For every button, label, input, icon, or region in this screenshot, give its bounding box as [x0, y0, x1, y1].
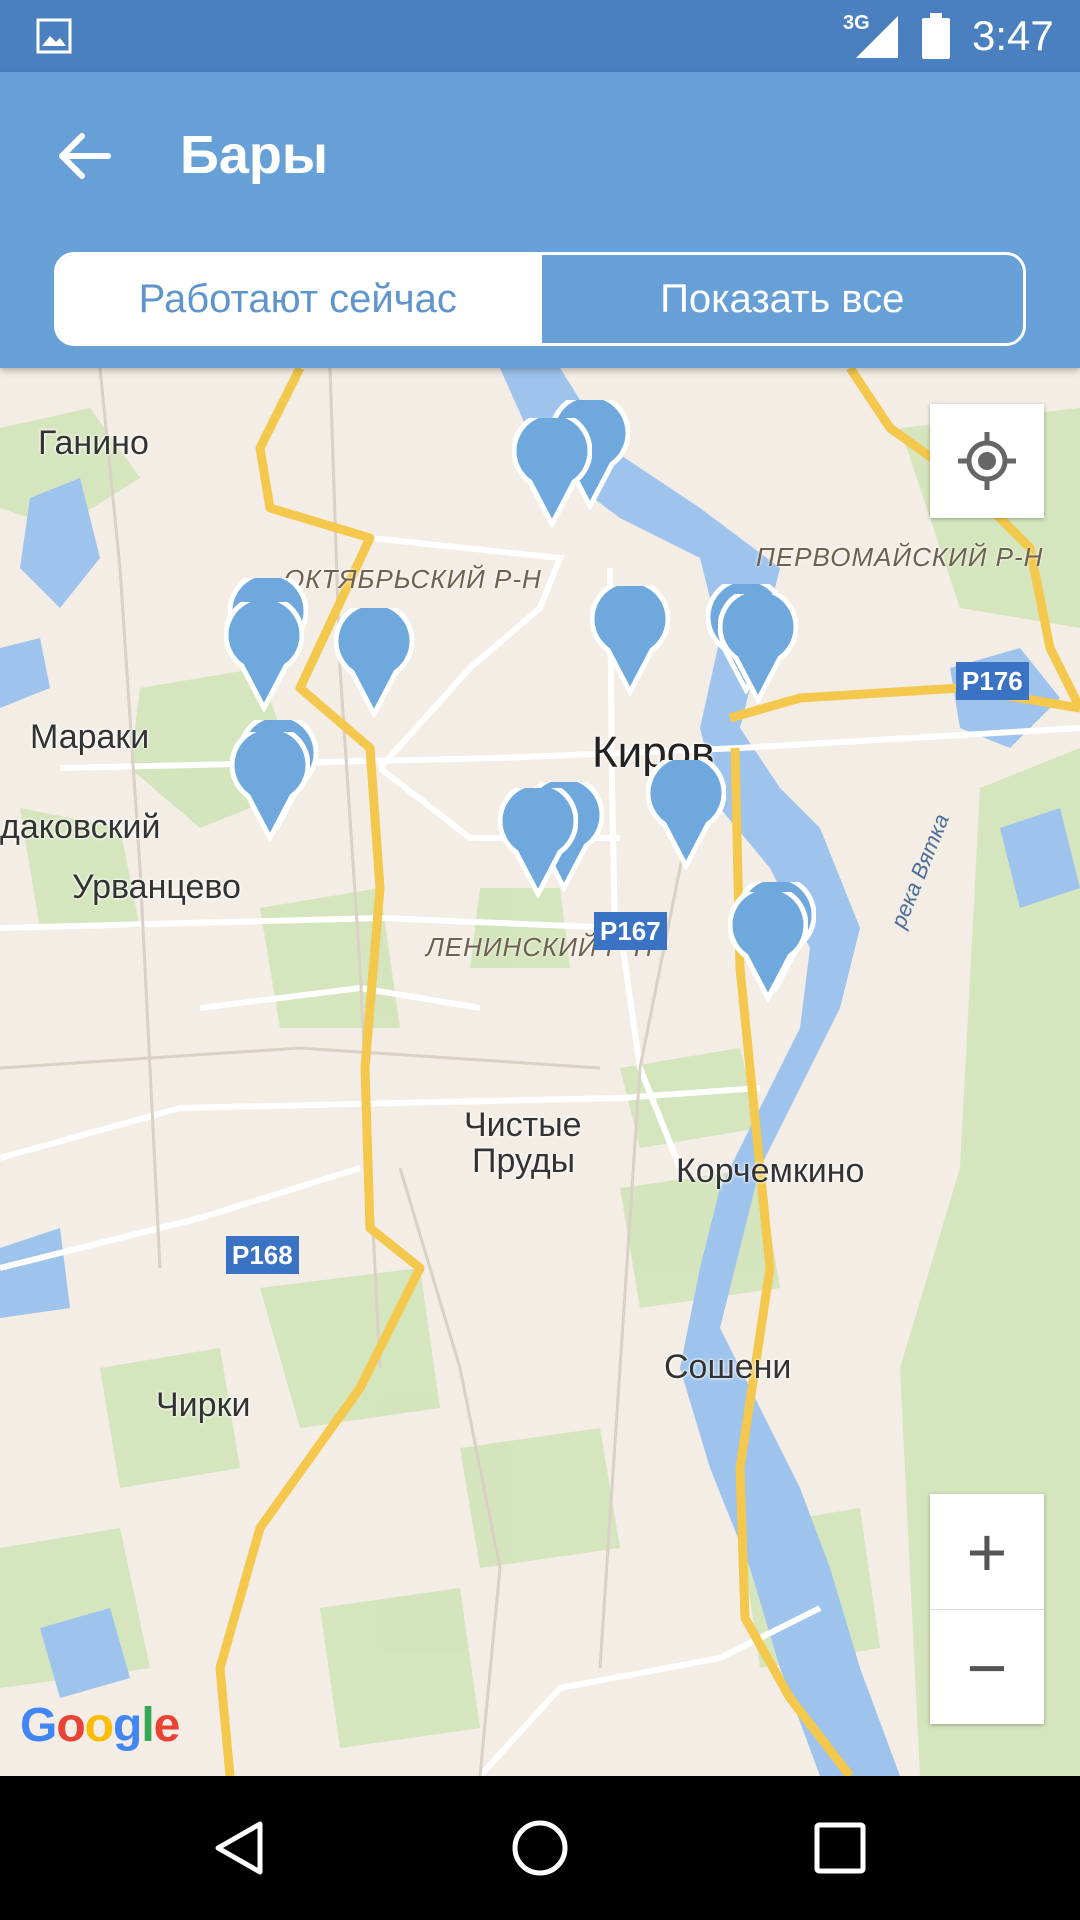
- zoom-controls: + −: [930, 1494, 1044, 1724]
- google-logo: Google: [20, 1699, 180, 1752]
- bar-marker[interactable]: [646, 760, 726, 870]
- map-view[interactable]: Ганино Мараки дaковский Урванцево Киров …: [0, 368, 1080, 1776]
- place-label: Пруды: [472, 1142, 576, 1180]
- place-label: Мараки: [30, 718, 150, 756]
- place-label: Чирки: [156, 1386, 251, 1424]
- place-label: Ганино: [38, 424, 149, 462]
- my-location-button[interactable]: [930, 404, 1044, 518]
- place-label: Чистые: [464, 1106, 582, 1144]
- zoom-in-button[interactable]: +: [930, 1494, 1044, 1609]
- filter-segmented-control: Работают сейчас Показать все: [54, 252, 1026, 346]
- place-label: Корчемкино: [676, 1152, 865, 1190]
- road-shield: Р167: [594, 912, 667, 950]
- segment-open-now[interactable]: Работают сейчас: [57, 255, 539, 343]
- place-label: Урванцево: [72, 868, 241, 906]
- bar-marker[interactable]: [498, 788, 578, 898]
- road-shield: Р168: [226, 1236, 299, 1274]
- arrow-back-icon[interactable]: [52, 124, 116, 188]
- place-label: Сошени: [664, 1348, 792, 1386]
- battery-icon: [922, 13, 950, 59]
- bar-marker[interactable]: [224, 602, 304, 712]
- home-circle-icon[interactable]: [510, 1818, 570, 1878]
- clock: 3:47: [972, 12, 1054, 59]
- my-location-icon: [958, 432, 1016, 490]
- district-label: ПЕРВОМАЙСКИЙ Р-Н: [756, 542, 1044, 572]
- status-bar: 3G 3:47: [0, 0, 1080, 72]
- bar-marker[interactable]: [334, 608, 414, 718]
- road-shield: Р176: [956, 662, 1029, 700]
- app-bar: Бары Работают сейчас Показать все: [0, 72, 1080, 368]
- place-label: дaковский: [0, 808, 161, 846]
- recents-square-icon[interactable]: [810, 1818, 870, 1878]
- image-icon: [36, 18, 72, 54]
- navigation-bar: [0, 1776, 1080, 1920]
- segment-show-all[interactable]: Показать все: [538, 255, 1024, 343]
- bar-marker[interactable]: [512, 418, 592, 528]
- district-label: ОКТЯБРЬСКИЙ Р-Н: [284, 564, 542, 594]
- bar-marker[interactable]: [230, 732, 310, 842]
- bar-marker[interactable]: [590, 586, 670, 696]
- bar-marker[interactable]: [718, 594, 798, 704]
- signal-icon: [856, 16, 898, 58]
- bar-marker[interactable]: [728, 892, 808, 1002]
- back-triangle-icon[interactable]: [210, 1818, 270, 1878]
- page-title: Бары: [180, 125, 328, 185]
- zoom-out-button[interactable]: −: [930, 1610, 1044, 1725]
